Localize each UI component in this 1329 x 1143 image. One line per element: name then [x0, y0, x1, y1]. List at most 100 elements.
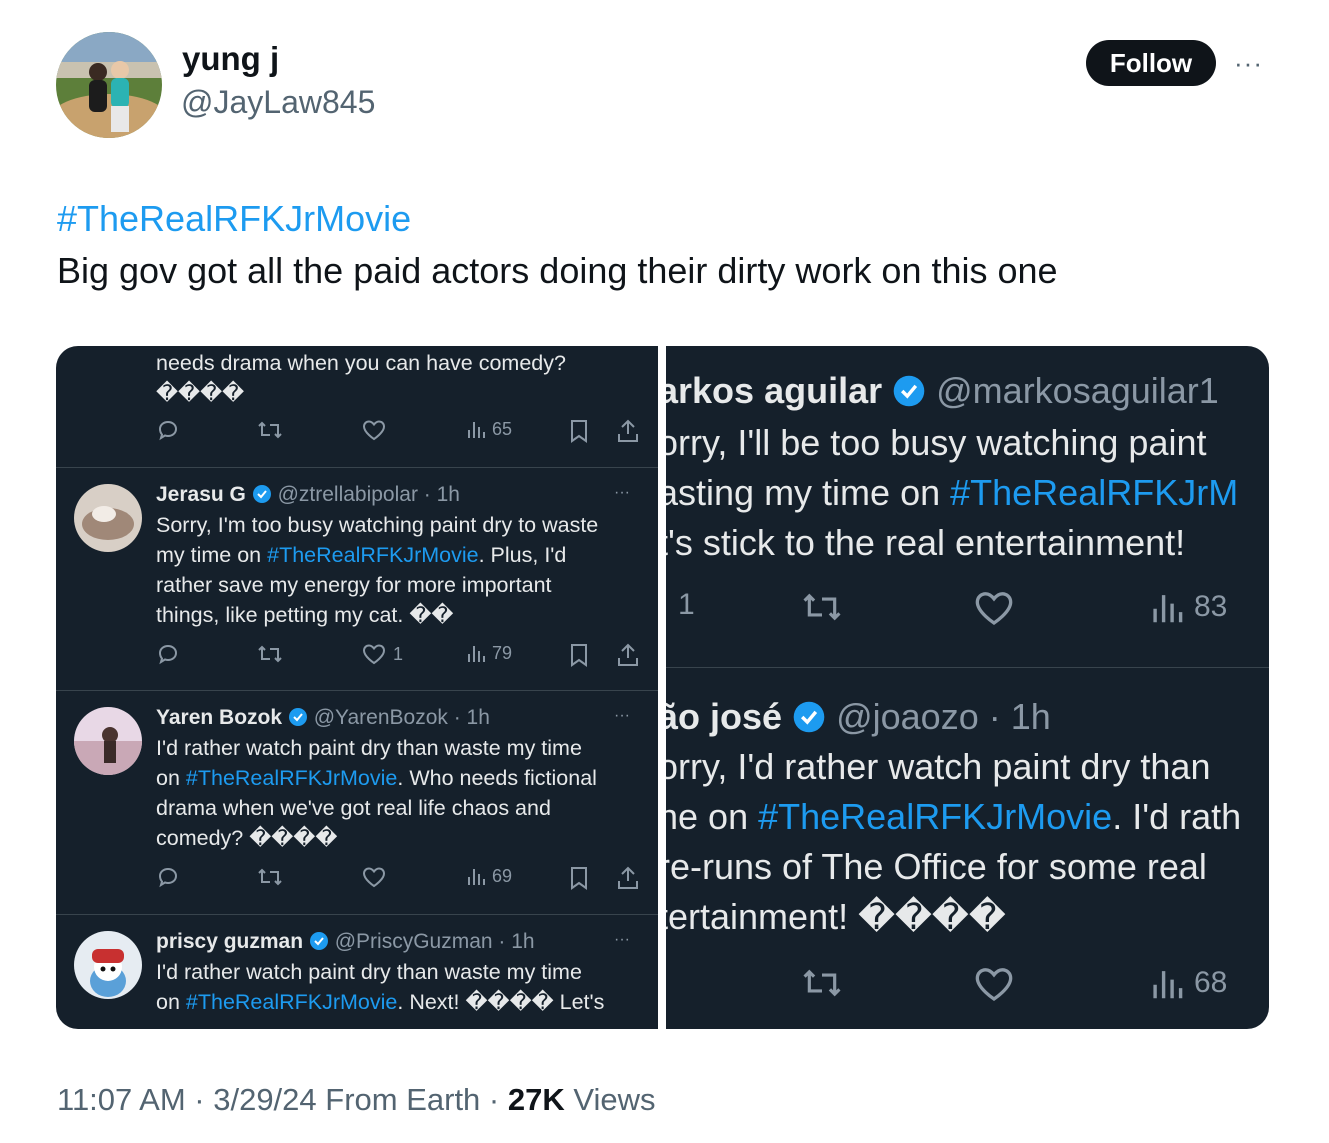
reply-text-line: asting my time on #TheRealRFKJrM	[666, 472, 1239, 513]
reply-text-line: I'd rather watch paint dry than waste my…	[156, 960, 582, 984]
tweet-media-grid[interactable]: needs drama when you can have comedy? ��…	[56, 346, 1269, 1029]
reply-text-line: on #TheRealRFKJrMovie. Who needs fiction…	[156, 766, 597, 790]
hashtag-link: #TheRealRFKJrM	[950, 472, 1239, 513]
tweet-text: Big gov got all the paid actors doing th…	[57, 250, 1058, 291]
author-handle[interactable]: @JayLaw845	[181, 84, 375, 121]
tweet-actions: 65	[156, 418, 646, 448]
like-icon	[972, 588, 1016, 628]
reply-author: Jerasu G @ztrellabipolar · 1h	[156, 480, 460, 510]
retweet-icon	[256, 642, 284, 666]
reply-stat: 1	[678, 588, 695, 622]
reply-author: priscy guzman @PriscyGuzman · 1h	[156, 927, 535, 957]
share-icon	[616, 418, 640, 444]
retweet-icon	[256, 418, 284, 442]
views-total: 27K	[507, 1082, 565, 1117]
tweet-actions: 1 83	[666, 588, 1269, 632]
reply-text-line: re-runs of The Office for some real	[666, 846, 1207, 887]
reply-text-line: comedy? ����	[156, 826, 338, 850]
views-count: 69	[492, 865, 513, 886]
retweet-icon	[799, 964, 845, 1002]
retweet-icon	[256, 865, 284, 889]
reply-text-line: Sorry, I'm too busy watching paint dry t…	[156, 513, 599, 537]
reply-handle-time: @YarenBozok · 1h	[313, 706, 490, 729]
more-icon: ···	[614, 931, 630, 948]
views-count: 83	[1194, 590, 1228, 623]
bookmark-icon	[568, 865, 590, 891]
reply-handle-time: @markosaguilar1	[936, 370, 1219, 411]
reply-author-name: arkos aguilar	[666, 370, 883, 411]
hashtag-link: #TheRealRFKJrMovie	[267, 543, 479, 567]
reply-text-line: t's stick to the real entertainment!	[666, 522, 1186, 563]
reply-text-line: ne on #TheRealRFKJrMovie. I'd rath	[666, 796, 1242, 837]
like-stat: 1	[361, 642, 403, 666]
divider	[56, 914, 658, 915]
reply-avatar[interactable]	[74, 931, 142, 999]
views-stat: 65	[466, 418, 512, 440]
reply-icon	[156, 642, 180, 666]
reply-text-line: I'd rather watch paint dry than waste my…	[156, 736, 582, 760]
hashtag-link: #TheRealRFKJrMovie	[185, 990, 398, 1014]
reply-text-line: tertainment! ����	[666, 896, 1006, 937]
reply-author-name: ão josé	[666, 696, 783, 737]
views-stat: 68	[1150, 964, 1227, 1002]
reply-handle-time: @ztrellabipolar · 1h	[277, 483, 460, 506]
views-count: 79	[492, 642, 513, 663]
author-avatar[interactable]	[56, 32, 162, 138]
tweet-actions: 68	[666, 964, 1269, 1008]
share-icon	[616, 865, 640, 891]
follow-button[interactable]: Follow	[1086, 40, 1216, 86]
more-icon: ···	[614, 484, 630, 501]
tweet-hashtag-link[interactable]: #TheRealRFKJrMovie	[57, 198, 411, 240]
author-display-name[interactable]: yung j	[182, 40, 279, 78]
divider	[56, 467, 658, 468]
reply-author: arkos aguilar @markosaguilar1	[666, 366, 1219, 416]
reply-handle-time: @joaozo · 1h	[836, 696, 1051, 737]
reply-text-line: things, like petting my cat. ��	[156, 603, 454, 627]
verified-badge-icon	[893, 375, 925, 407]
tweet-timestamp[interactable]: 11:07 AM · 3/29/24 From Earth ·	[57, 1082, 508, 1117]
fragment-text: needs drama when you can have comedy?	[156, 351, 566, 375]
reply-avatar[interactable]	[74, 707, 142, 775]
like-icon	[361, 418, 387, 442]
views-stat: 69	[466, 865, 512, 887]
reply-text-line: orry, I'd rather watch paint dry than	[666, 746, 1211, 787]
bookmark-icon	[568, 418, 590, 444]
reply-icon	[156, 865, 180, 889]
reply-icon	[156, 418, 180, 442]
media-image-right[interactable]: arkos aguilar @markosaguilar1 orry, I'll…	[666, 346, 1269, 1029]
share-icon	[616, 642, 640, 668]
like-icon	[972, 964, 1016, 1004]
reply-text-line: on #TheRealRFKJrMovie. Next! ���� Let's	[156, 990, 605, 1014]
fragment-emoji: ����	[156, 381, 245, 405]
verified-badge-icon	[793, 701, 825, 733]
verified-badge-icon	[252, 485, 271, 503]
media-image-left[interactable]: needs drama when you can have comedy? ��…	[56, 346, 658, 1029]
more-icon: ···	[614, 707, 630, 724]
tweet-actions: 1 79	[156, 642, 646, 672]
reply-handle-time: @PriscyGuzman · 1h	[334, 930, 535, 953]
tweet-actions: 69	[156, 865, 646, 895]
reply-author: ão josé @joaozo · 1h	[666, 692, 1051, 742]
like-icon	[361, 865, 387, 889]
reply-author-name: priscy guzman	[156, 930, 304, 953]
reply-text-line: drama when we've got real life chaos and	[156, 796, 551, 820]
reply-avatar[interactable]	[74, 484, 142, 552]
views-stat: 83	[1150, 588, 1227, 626]
tweet-metadata: 11:07 AM · 3/29/24 From Earth · 27K View…	[57, 1082, 655, 1118]
divider	[56, 690, 658, 691]
reply-author-name: Jerasu G	[156, 483, 246, 506]
views-label: Views	[564, 1082, 656, 1117]
views-count: 68	[1194, 966, 1228, 999]
reply-author-name: Yaren Bozok	[156, 706, 283, 729]
reply-count: 1	[678, 588, 695, 621]
reply-author: Yaren Bozok @YarenBozok · 1h	[156, 703, 490, 733]
verified-badge-icon	[309, 932, 328, 950]
bookmark-icon	[568, 642, 590, 668]
more-options-icon[interactable]: ···	[1234, 50, 1263, 76]
reply-text-line: my time on #TheRealRFKJrMovie. Plus, I'd	[156, 543, 567, 567]
verified-badge-icon	[288, 708, 307, 726]
reply-text-line: rather save my energy for more important	[156, 573, 552, 597]
views-stat: 79	[466, 642, 512, 664]
hashtag-link: #TheRealRFKJrMovie	[185, 766, 398, 790]
divider	[666, 667, 1269, 668]
